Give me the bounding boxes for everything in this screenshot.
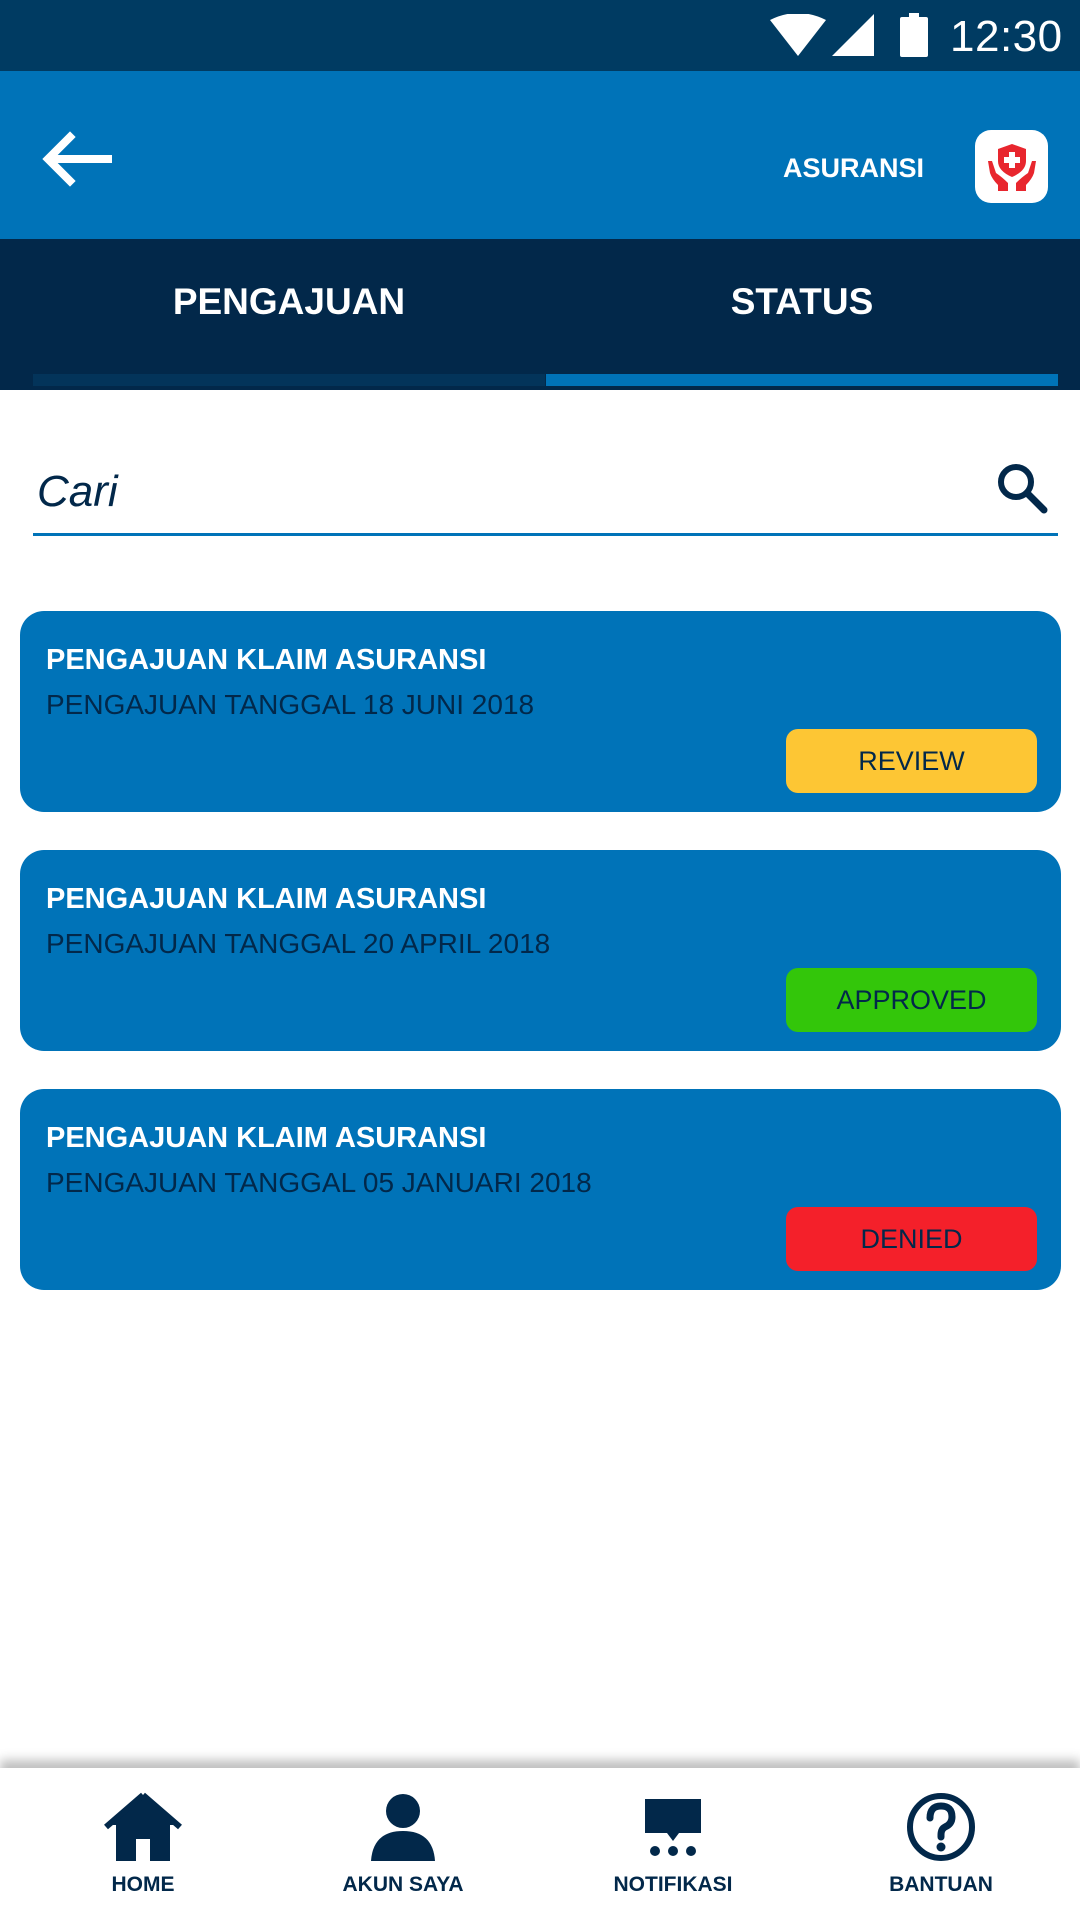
- nav-akun-saya[interactable]: AKUN SAYA: [293, 1768, 513, 1920]
- claim-card[interactable]: PENGAJUAN KLAIM ASURANSI PENGAJUAN TANGG…: [20, 611, 1061, 812]
- screen: 12:30 ASURANSI PENGAJUAN STATUS Cari PEN…: [0, 0, 1080, 1920]
- app-bar: ASURANSI: [0, 71, 1080, 239]
- bottom-nav: HOME AKUN SAYA NOTIFIKASI BANTUAN: [0, 1768, 1080, 1920]
- tab-indicator: [33, 374, 545, 386]
- back-button[interactable]: [42, 131, 122, 191]
- claim-title: PENGAJUAN KLAIM ASURANSI: [46, 1122, 487, 1154]
- claim-date: PENGAJUAN TANGGAL 20 APRIL 2018: [46, 928, 551, 959]
- nav-bantuan[interactable]: BANTUAN: [831, 1768, 1051, 1920]
- status-bar: 12:30: [0, 0, 1080, 71]
- claim-card[interactable]: PENGAJUAN KLAIM ASURANSI PENGAJUAN TANGG…: [20, 1089, 1061, 1290]
- nav-label: AKUN SAYA: [342, 1873, 464, 1896]
- status-badge-review[interactable]: REVIEW: [786, 729, 1037, 793]
- user-icon: [361, 1785, 445, 1869]
- page-title: ASURANSI: [782, 153, 924, 183]
- claim-card[interactable]: PENGAJUAN KLAIM ASURANSI PENGAJUAN TANGG…: [20, 850, 1061, 1051]
- search-icon[interactable]: [994, 460, 1050, 516]
- status-badge-denied[interactable]: DENIED: [786, 1207, 1037, 1271]
- status-time: 12:30: [950, 12, 1063, 61]
- notification-icon: [631, 1785, 715, 1869]
- tab-label: PENGAJUAN: [172, 280, 406, 322]
- claim-title: PENGAJUAN KLAIM ASURANSI: [46, 644, 487, 676]
- nav-home[interactable]: HOME: [33, 1768, 253, 1920]
- insurance-hands-shield-icon: [987, 143, 1036, 191]
- tab-bar: PENGAJUAN STATUS: [0, 239, 1080, 390]
- nav-label: HOME: [111, 1873, 175, 1896]
- tab-label: STATUS: [730, 280, 874, 322]
- help-icon: [899, 1785, 983, 1869]
- arrow-left-icon: [42, 131, 112, 187]
- cell-signal-icon: [832, 14, 874, 56]
- wifi-icon: [770, 14, 826, 56]
- search-input[interactable]: [33, 452, 973, 532]
- battery-icon: [900, 13, 928, 57]
- claim-title: PENGAJUAN KLAIM ASURANSI: [46, 883, 487, 915]
- tab-status[interactable]: STATUS: [546, 239, 1058, 390]
- search-bar: [33, 452, 1058, 536]
- status-badge-approved[interactable]: APPROVED: [786, 968, 1037, 1032]
- home-icon: [101, 1785, 185, 1869]
- app-logo: [975, 130, 1048, 203]
- tab-indicator-active: [546, 374, 1058, 386]
- claim-date: PENGAJUAN TANGGAL 18 JUNI 2018: [46, 689, 535, 720]
- tab-pengajuan[interactable]: PENGAJUAN: [33, 239, 545, 390]
- claim-date: PENGAJUAN TANGGAL 05 JANUARI 2018: [46, 1167, 592, 1198]
- nav-notifikasi[interactable]: NOTIFIKASI: [563, 1768, 783, 1920]
- nav-label: BANTUAN: [889, 1873, 993, 1896]
- nav-label: NOTIFIKASI: [613, 1873, 733, 1896]
